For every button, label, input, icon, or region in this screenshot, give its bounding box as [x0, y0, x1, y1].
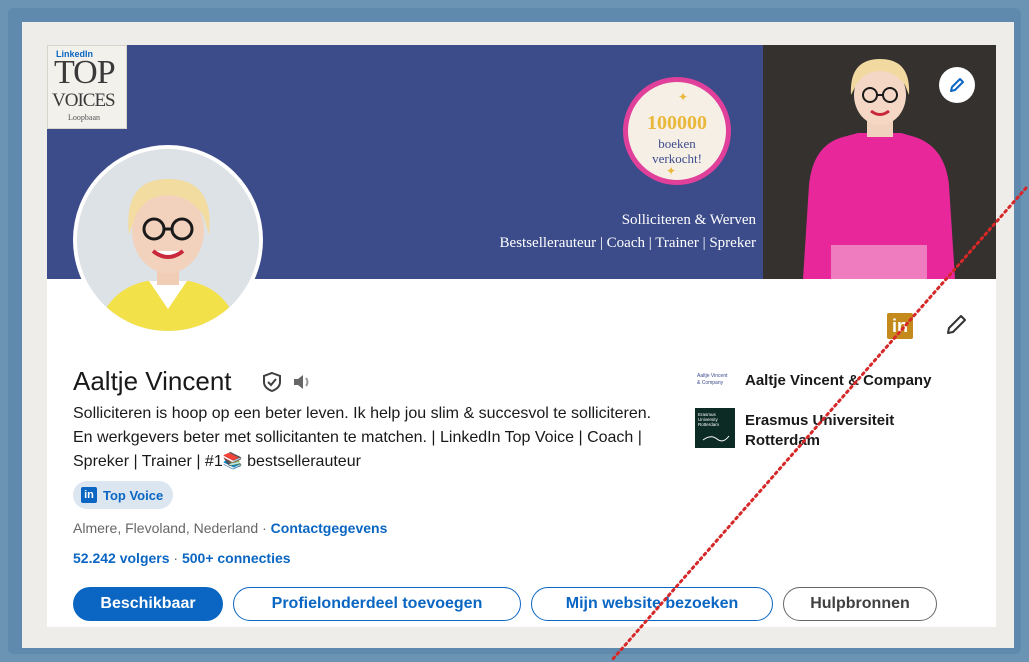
books-label: boeken	[658, 136, 696, 151]
profile-card: LinkedIn TOP VOICES Loopbaan ✦ ✦ 100000 …	[47, 45, 996, 627]
sold-label: verkocht!	[652, 151, 702, 166]
university-name-line1: Erasmus Universiteit	[745, 412, 895, 429]
available-button[interactable]: Beschikbaar	[73, 587, 223, 621]
linkedin-logo-icon[interactable]: in	[887, 313, 913, 339]
profile-name: Aaltje Vincent	[73, 366, 232, 396]
company-logo[interactable]: Aaltje Vincent & Company	[695, 370, 735, 388]
profile-avatar[interactable]	[73, 145, 263, 335]
top-label: TOP	[54, 54, 116, 91]
linkedin-icon: in	[81, 487, 97, 503]
pencil-icon	[950, 78, 964, 92]
edit-profile-pencil-icon[interactable]	[942, 311, 970, 339]
university-logo[interactable]: Erasmus University Rotterdam	[695, 408, 735, 448]
contact-info-link[interactable]: Contactgegevens	[271, 520, 388, 536]
followers-link[interactable]: 52.242 volgers	[73, 550, 170, 566]
svg-text:Aaltje Vincent: Aaltje Vincent	[697, 373, 728, 379]
svg-text:& Company: & Company	[697, 380, 724, 386]
edit-banner-button[interactable]	[939, 67, 975, 103]
location-separator: ·	[258, 520, 271, 536]
sparkle-icon: ✦	[678, 90, 689, 104]
university-name-line2: Rotterdam	[745, 432, 821, 449]
books-sold-badge: ✦ ✦ 100000 boeken verkocht!	[623, 77, 731, 185]
banner-tagline-1: Solliciteren & Werven	[621, 212, 756, 228]
avatar-photo-illustration	[77, 149, 259, 331]
top-voice-label: Top Voice	[103, 487, 164, 503]
resources-button[interactable]: Hulpbronnen	[783, 587, 937, 621]
add-profile-section-button[interactable]: Profielonderdeel toevoegen	[233, 587, 521, 621]
voices-label: VOICES	[52, 90, 116, 111]
loopbaan-label: Loopbaan	[68, 113, 100, 122]
stats-separator: ·	[169, 550, 182, 566]
profile-headline: Solliciteren is hoop op een beter leven.…	[73, 405, 652, 470]
books-count: 100000	[647, 112, 707, 134]
network-stats: 52.242 volgers · 500+ connecties	[73, 550, 291, 566]
location-line: Almere, Flevoland, Nederland · Contactge…	[73, 520, 387, 536]
top-voice-badge[interactable]: in Top Voice	[73, 481, 174, 509]
pronunciation-speaker-icon[interactable]	[291, 372, 313, 392]
connections-link[interactable]: 500+ connecties	[182, 550, 291, 566]
svg-text:Rotterdam: Rotterdam	[698, 422, 719, 427]
visit-website-button[interactable]: Mijn website bezoeken	[531, 587, 773, 621]
company-name[interactable]: Aaltje Vincent & Company	[745, 372, 931, 389]
university-name[interactable]: Erasmus Universiteit Rotterdam	[745, 411, 894, 451]
top-voices-banner-badge: LinkedIn TOP VOICES Loopbaan	[47, 45, 127, 129]
banner-tagline-2: Bestsellerauteur | Coach | Trainer | Spr…	[499, 235, 756, 251]
location-text: Almere, Flevoland, Nederland	[73, 520, 259, 536]
verified-shield-icon[interactable]	[261, 371, 283, 393]
